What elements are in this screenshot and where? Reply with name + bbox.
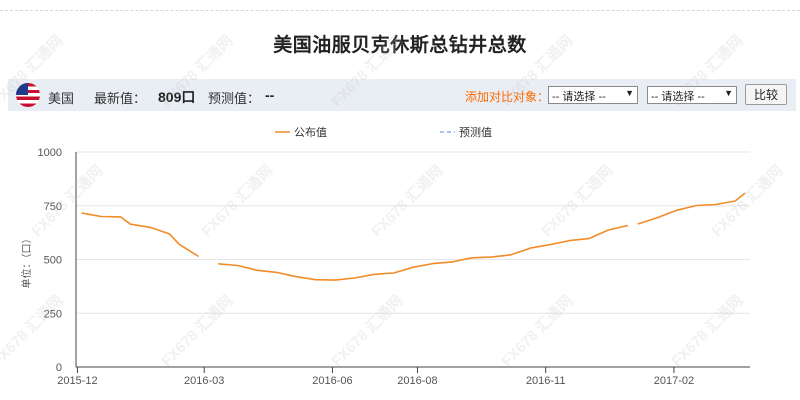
compare-select-1[interactable]: -- 请选择 -- ▼: [548, 86, 638, 104]
compare-select-1-value: -- 请选择 --: [552, 91, 606, 103]
legend: 公布值 预测值: [275, 126, 492, 139]
y-tick-label: 0: [56, 362, 62, 374]
x-tick-label: 2017-02: [654, 375, 694, 387]
legend-forecast-label[interactable]: 预测值: [459, 126, 492, 139]
forecast-value: --: [265, 87, 275, 103]
x-tick-label: 2015-12: [57, 375, 97, 387]
legend-published-label[interactable]: 公布值: [294, 126, 327, 139]
top-divider: [0, 10, 800, 11]
y-axis-title: 单位：（口）: [20, 234, 33, 289]
x-tick-label: 2016-11: [526, 375, 566, 387]
dropdown-arrow-icon: ▼: [724, 88, 733, 98]
latest-value-label: 最新值：: [94, 91, 147, 106]
gridlines: [76, 151, 750, 314]
dropdown-arrow-icon: ▼: [625, 88, 634, 98]
published-series-line[interactable]: [218, 224, 629, 281]
y-tick-label: 500: [44, 255, 62, 267]
x-tick-label: 2016-08: [397, 375, 437, 387]
country-label: 美国: [48, 91, 75, 106]
x-tick-label: 2016-06: [312, 375, 352, 387]
x-axis: 2015-12 2016-03 2016-06 2016-08 2016-11 2017-…: [57, 366, 750, 387]
published-series-line[interactable]: [81, 212, 200, 258]
y-tick-label: 1000: [38, 147, 62, 159]
forecast-value-label: 预测值：: [208, 91, 261, 106]
compare-button[interactable]: 比较: [745, 84, 787, 105]
x-tick-label: 2016-03: [184, 375, 224, 387]
